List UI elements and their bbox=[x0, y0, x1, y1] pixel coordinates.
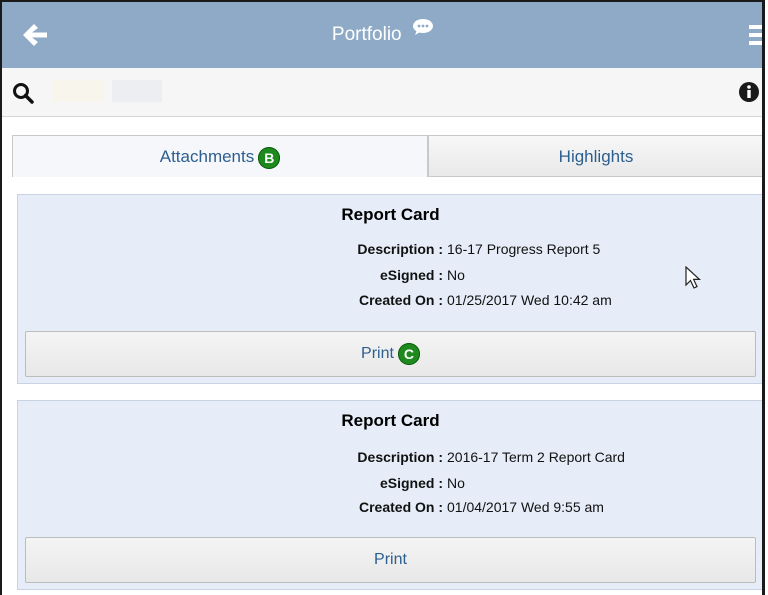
field-value: No bbox=[447, 475, 465, 491]
tab-label: Attachments bbox=[159, 147, 255, 166]
field-label: eSigned : bbox=[379, 267, 443, 283]
card-title: Report Card bbox=[341, 411, 440, 430]
field-label: Description : bbox=[357, 449, 443, 465]
field-row: eSigned : No bbox=[18, 267, 762, 287]
mouse-cursor-icon bbox=[685, 266, 701, 289]
field-row: Description : 2016-17 Term 2 Report Card bbox=[18, 449, 762, 469]
field-label: Created On : bbox=[358, 499, 443, 515]
field-value: No bbox=[447, 267, 465, 283]
field-value: 2016-17 Term 2 Report Card bbox=[447, 449, 625, 465]
attachment-card: Report Card Description : 16-17 Progress… bbox=[17, 194, 762, 384]
search-icon[interactable] bbox=[12, 82, 34, 104]
app-header: Portfolio bbox=[2, 2, 765, 69]
print-button-label: Print bbox=[374, 551, 407, 568]
field-row: Created On : 01/25/2017 Wed 10:42 am bbox=[18, 292, 762, 312]
tab-highlights[interactable]: Highlights bbox=[428, 135, 762, 177]
field-row: eSigned : No bbox=[18, 475, 762, 495]
info-icon[interactable] bbox=[738, 81, 760, 103]
field-label: eSigned : bbox=[379, 475, 443, 491]
speech-bubble-icon bbox=[413, 19, 434, 35]
field-row: Created On : 01/04/2017 Wed 9:55 am bbox=[18, 499, 762, 519]
field-row: Description : 16-17 Progress Report 5 bbox=[18, 241, 762, 261]
print-button-label: Print bbox=[361, 345, 394, 362]
header-title-wrap: Portfolio bbox=[2, 19, 762, 46]
tab-label: Highlights bbox=[558, 147, 634, 166]
search-input[interactable] bbox=[52, 80, 162, 102]
callout-badge: B bbox=[258, 146, 281, 169]
tab-attachments[interactable]: Attachments B bbox=[12, 135, 428, 177]
field-value: 16-17 Progress Report 5 bbox=[447, 241, 601, 257]
page-title: Portfolio bbox=[331, 24, 402, 45]
field-value: 01/04/2017 Wed 9:55 am bbox=[447, 499, 604, 515]
print-button[interactable]: Print C bbox=[25, 331, 756, 377]
attachment-card: Report Card Description : 2016-17 Term 2… bbox=[17, 400, 762, 590]
field-label: Created On : bbox=[358, 292, 443, 308]
tab-bar: Attachments B Highlights bbox=[12, 135, 762, 179]
search-bar bbox=[2, 68, 762, 117]
field-value: 01/25/2017 Wed 10:42 am bbox=[447, 292, 612, 308]
callout-badge: C bbox=[397, 342, 420, 365]
field-label: Description : bbox=[357, 241, 443, 257]
card-title: Report Card bbox=[341, 205, 440, 224]
app-frame: Portfolio Attachments B Highlights Repor… bbox=[0, 0, 765, 595]
print-button[interactable]: Print bbox=[25, 537, 756, 583]
hamburger-menu-icon[interactable] bbox=[749, 24, 765, 46]
